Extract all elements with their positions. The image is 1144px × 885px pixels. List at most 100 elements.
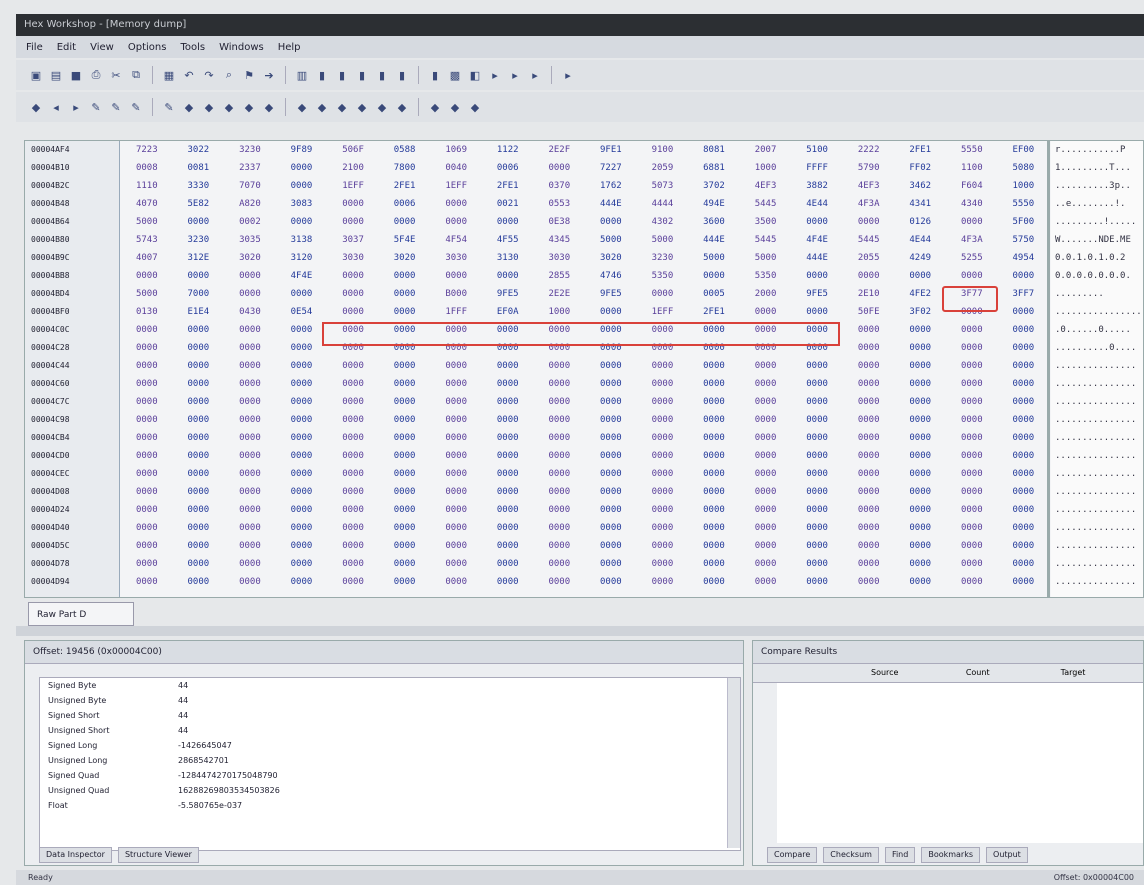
hex-cell[interactable]: 0000 (379, 483, 431, 501)
hex-cell[interactable]: 9100 (637, 141, 689, 159)
hex-cell[interactable]: 0000 (173, 267, 225, 285)
hex-cell[interactable]: 5255 (946, 249, 998, 267)
hex-cell[interactable]: 0000 (121, 447, 173, 465)
menu-edit[interactable]: Edit (57, 42, 76, 53)
hex-cell[interactable]: 0000 (482, 213, 534, 231)
mark-icon[interactable]: ✎ (108, 99, 124, 115)
hex-cell[interactable]: 3500 (740, 213, 792, 231)
hex-cell[interactable]: 4F55 (482, 231, 534, 249)
hex-cell[interactable]: 4EF3 (740, 177, 792, 195)
hex-cell[interactable]: 0000 (946, 321, 998, 339)
hex-cell[interactable]: 0000 (173, 429, 225, 447)
hex-cell[interactable]: 0000 (740, 411, 792, 429)
hex-cell[interactable]: 0000 (379, 411, 431, 429)
hex-cell[interactable]: 0000 (121, 375, 173, 393)
hex-cell[interactable]: 0000 (430, 411, 482, 429)
hex-row[interactable]: 0000 0000 0000 0000 0000 0000 0000 0000 0000 0000… (121, 357, 1049, 375)
hex-cell[interactable]: 0000 (946, 519, 998, 537)
tool-icon[interactable]: ◆ (181, 99, 197, 115)
hex-cell[interactable]: 0000 (173, 537, 225, 555)
hex-cell[interactable]: 0130 (121, 303, 173, 321)
hex-cell[interactable]: 0430 (224, 303, 276, 321)
hex-cell[interactable]: 0000 (688, 267, 740, 285)
hex-cell[interactable]: 0000 (637, 285, 689, 303)
hex-cell[interactable]: 0000 (276, 159, 328, 177)
hex-cell[interactable]: 0000 (894, 321, 946, 339)
hex-cell[interactable]: 312E (173, 249, 225, 267)
hex-cell[interactable]: 0000 (740, 519, 792, 537)
hex-cell[interactable]: 0000 (843, 555, 895, 573)
compare-results-list[interactable] (777, 683, 1143, 843)
hex-cell[interactable]: 0000 (121, 537, 173, 555)
hex-cell[interactable]: 0E38 (534, 213, 586, 231)
hex-cell[interactable]: 0000 (276, 285, 328, 303)
hex-cell[interactable]: 0000 (740, 483, 792, 501)
hex-cell[interactable]: 0000 (688, 357, 740, 375)
hex-cell[interactable]: 1762 (585, 177, 637, 195)
hex-row[interactable]: 0000 0000 0000 0000 0000 0000 0000 0000 0000 0000… (121, 537, 1049, 555)
hex-cell[interactable]: 0000 (482, 267, 534, 285)
bit-icon[interactable]: ▮ (334, 67, 350, 83)
hex-cell[interactable]: 0000 (276, 465, 328, 483)
hex-cell[interactable]: 1000 (740, 159, 792, 177)
hex-cell[interactable]: 0000 (276, 411, 328, 429)
hex-cell[interactable]: 0000 (585, 555, 637, 573)
compare-icon[interactable]: ◧ (467, 67, 483, 83)
hex-cell[interactable]: 0000 (585, 429, 637, 447)
hex-cell[interactable]: 0000 (379, 465, 431, 483)
hex-cell[interactable]: 0000 (534, 537, 586, 555)
hex-cell[interactable]: 1EFF (327, 177, 379, 195)
compare-tab[interactable]: Bookmarks (921, 847, 981, 863)
hex-cell[interactable]: 0000 (482, 465, 534, 483)
hex-cell[interactable]: 3030 (534, 249, 586, 267)
hex-cell[interactable]: 0000 (791, 573, 843, 591)
hex-cell[interactable]: 0000 (327, 573, 379, 591)
hex-cell[interactable]: 3020 (379, 249, 431, 267)
mark-icon[interactable]: ✎ (128, 99, 144, 115)
hex-cell[interactable]: 3702 (688, 177, 740, 195)
hex-cell[interactable]: 0000 (173, 465, 225, 483)
hex-cell[interactable]: 0000 (585, 213, 637, 231)
hex-cell[interactable]: 0000 (998, 411, 1050, 429)
hex-cell[interactable]: 0000 (276, 177, 328, 195)
hex-cell[interactable]: 0000 (430, 393, 482, 411)
compare-column-header[interactable]: Source (863, 664, 958, 682)
hex-cell[interactable]: 0000 (430, 555, 482, 573)
tool-icon[interactable]: ◆ (314, 99, 330, 115)
ascii-row[interactable]: 0.0.1.0.1.0.2 (1051, 249, 1143, 267)
compare-tab[interactable]: Output (986, 847, 1028, 863)
compare-tab[interactable]: Checksum (823, 847, 879, 863)
hex-cell[interactable]: 0000 (791, 501, 843, 519)
hex-cell[interactable]: 0000 (482, 537, 534, 555)
hex-cell[interactable]: 0000 (894, 375, 946, 393)
hex-cell[interactable]: 0000 (740, 555, 792, 573)
hex-cell[interactable]: 1122 (482, 141, 534, 159)
hex-cell[interactable]: 0000 (946, 447, 998, 465)
hex-cell[interactable]: 0000 (894, 483, 946, 501)
save-icon[interactable]: ▣ (28, 67, 44, 83)
hex-cell[interactable]: 0000 (946, 573, 998, 591)
hex-cell[interactable]: 0000 (688, 555, 740, 573)
hex-cell[interactable]: 0000 (276, 519, 328, 537)
hex-cell[interactable]: 4EF3 (843, 177, 895, 195)
ascii-row[interactable]: ......... (1051, 285, 1143, 303)
hex-row[interactable]: 0130 E1E4 0430 0E54 0000 0000 1FFF EF0A 1000 0000… (121, 303, 1049, 321)
menu-file[interactable]: File (26, 42, 43, 53)
hex-cell[interactable]: 0005 (688, 285, 740, 303)
ascii-row[interactable]: ..e........!. (1051, 195, 1143, 213)
hex-cell[interactable]: 0000 (946, 501, 998, 519)
hex-cell[interactable]: 2FE1 (894, 141, 946, 159)
hex-cell[interactable]: 0000 (585, 393, 637, 411)
hex-cell[interactable]: 5445 (740, 231, 792, 249)
ascii-row[interactable]: r...........P (1051, 141, 1143, 159)
hex-cell[interactable]: 0000 (637, 393, 689, 411)
hex-cell[interactable]: 0000 (482, 501, 534, 519)
hex-cell[interactable]: 1FFF (430, 303, 482, 321)
nav-icon[interactable]: ▸ (560, 67, 576, 83)
hex-cell[interactable]: 0000 (843, 411, 895, 429)
tool-icon[interactable]: ◆ (334, 99, 350, 115)
hex-cell[interactable]: 0000 (998, 375, 1050, 393)
hex-cell[interactable]: 0370 (534, 177, 586, 195)
hex-cell[interactable]: 0000 (688, 483, 740, 501)
hex-cell[interactable]: 0000 (843, 375, 895, 393)
